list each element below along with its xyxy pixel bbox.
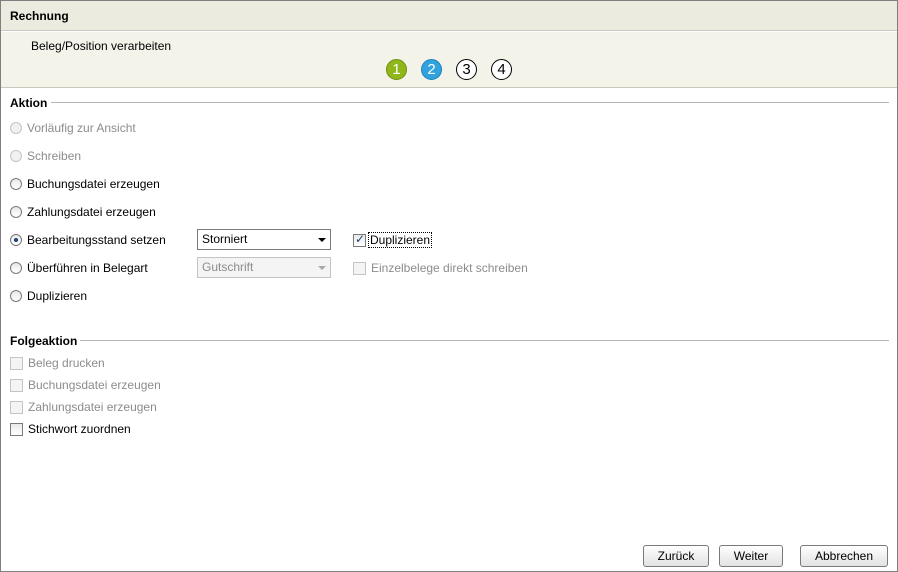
radio-buchungsdatei[interactable] bbox=[10, 178, 22, 190]
label-bearbeitungsstand: Bearbeitungsstand setzen bbox=[27, 233, 166, 247]
belegart-value: Gutschrift bbox=[202, 260, 254, 274]
checkbox-duplizieren[interactable] bbox=[353, 232, 366, 247]
label-beleg-drucken: Beleg drucken bbox=[28, 356, 105, 370]
radio-vorlaeufig[interactable] bbox=[10, 122, 22, 134]
dialog-window: Rechnung Beleg/Position verarbeiten 1 2 … bbox=[0, 0, 898, 572]
bearbeitungsstand-select[interactable]: Storniert bbox=[197, 229, 331, 250]
chevron-down-icon bbox=[318, 266, 326, 270]
step-4-indicator: 4 bbox=[491, 59, 512, 80]
option-bearbeitungsstand[interactable]: Bearbeitungsstand setzen bbox=[10, 232, 166, 248]
step-1-indicator: 1 bbox=[386, 59, 407, 80]
option-folge-zahlungsdatei[interactable]: Zahlungsdatei erzeugen bbox=[10, 399, 157, 415]
option-folge-buchungsdatei[interactable]: Buchungsdatei erzeugen bbox=[10, 377, 161, 393]
step-2-indicator: 2 bbox=[421, 59, 442, 80]
option-beleg-drucken[interactable]: Beleg drucken bbox=[10, 355, 105, 371]
folgeaktion-divider bbox=[80, 340, 889, 341]
label-folge-buchungsdatei: Buchungsdatei erzeugen bbox=[28, 378, 161, 392]
label-duplizieren: Duplizieren bbox=[27, 289, 88, 303]
label-vorlaeufig: Vorläufig zur Ansicht bbox=[27, 121, 136, 135]
belegart-select[interactable]: Gutschrift bbox=[197, 257, 331, 278]
option-einzelbelege[interactable]: Einzelbelege direkt schreiben bbox=[353, 260, 528, 276]
option-schreiben[interactable]: Schreiben bbox=[10, 148, 81, 164]
checkbox-einzelbelege[interactable] bbox=[353, 261, 366, 275]
label-schreiben: Schreiben bbox=[27, 149, 82, 163]
radio-duplizieren[interactable] bbox=[10, 290, 22, 302]
option-duplizieren[interactable]: Duplizieren bbox=[10, 288, 87, 304]
window-title: Rechnung bbox=[10, 9, 69, 23]
cancel-button[interactable]: Abbrechen bbox=[800, 545, 888, 567]
radio-zahlungsdatei[interactable] bbox=[10, 206, 22, 218]
option-duplizieren-check[interactable]: Duplizieren bbox=[353, 232, 433, 248]
option-ueberfuehren[interactable]: Überführen in Belegart bbox=[10, 260, 148, 276]
label-stichwort: Stichwort zuordnen bbox=[28, 422, 131, 436]
label-folge-zahlungsdatei: Zahlungsdatei erzeugen bbox=[28, 400, 157, 414]
chevron-down-icon bbox=[318, 238, 326, 242]
option-vorlaeufig[interactable]: Vorläufig zur Ansicht bbox=[10, 120, 136, 136]
aktion-heading: Aktion bbox=[10, 96, 48, 110]
step-3-indicator: 3 bbox=[456, 59, 477, 80]
radio-schreiben[interactable] bbox=[10, 150, 22, 162]
folgeaktion-heading: Folgeaktion bbox=[10, 334, 78, 348]
back-button[interactable]: Zurück bbox=[643, 545, 709, 567]
label-duplizieren-check: Duplizieren bbox=[367, 232, 433, 248]
wizard-header: Beleg/Position verarbeiten 1 2 3 4 bbox=[1, 32, 897, 88]
checkbox-folge-buchungsdatei[interactable] bbox=[10, 378, 23, 392]
option-buchungsdatei[interactable]: Buchungsdatei erzeugen bbox=[10, 176, 160, 192]
aktion-divider bbox=[51, 102, 889, 103]
radio-bearbeitungsstand[interactable] bbox=[10, 234, 22, 246]
checkbox-folge-zahlungsdatei[interactable] bbox=[10, 400, 23, 414]
checkbox-beleg-drucken[interactable] bbox=[10, 356, 23, 370]
label-ueberfuehren: Überführen in Belegart bbox=[27, 261, 148, 275]
label-zahlungsdatei: Zahlungsdatei erzeugen bbox=[27, 205, 156, 219]
option-stichwort[interactable]: Stichwort zuordnen bbox=[10, 421, 131, 437]
checkbox-stichwort[interactable] bbox=[10, 422, 23, 436]
bearbeitungsstand-value: Storniert bbox=[202, 232, 248, 246]
wizard-subtitle: Beleg/Position verarbeiten bbox=[31, 39, 172, 53]
radio-ueberfuehren[interactable] bbox=[10, 262, 22, 274]
label-einzelbelege: Einzelbelege direkt schreiben bbox=[371, 261, 528, 275]
label-buchungsdatei: Buchungsdatei erzeugen bbox=[27, 177, 160, 191]
option-zahlungsdatei[interactable]: Zahlungsdatei erzeugen bbox=[10, 204, 156, 220]
title-bar: Rechnung bbox=[1, 1, 897, 31]
next-button[interactable]: Weiter bbox=[719, 545, 783, 567]
